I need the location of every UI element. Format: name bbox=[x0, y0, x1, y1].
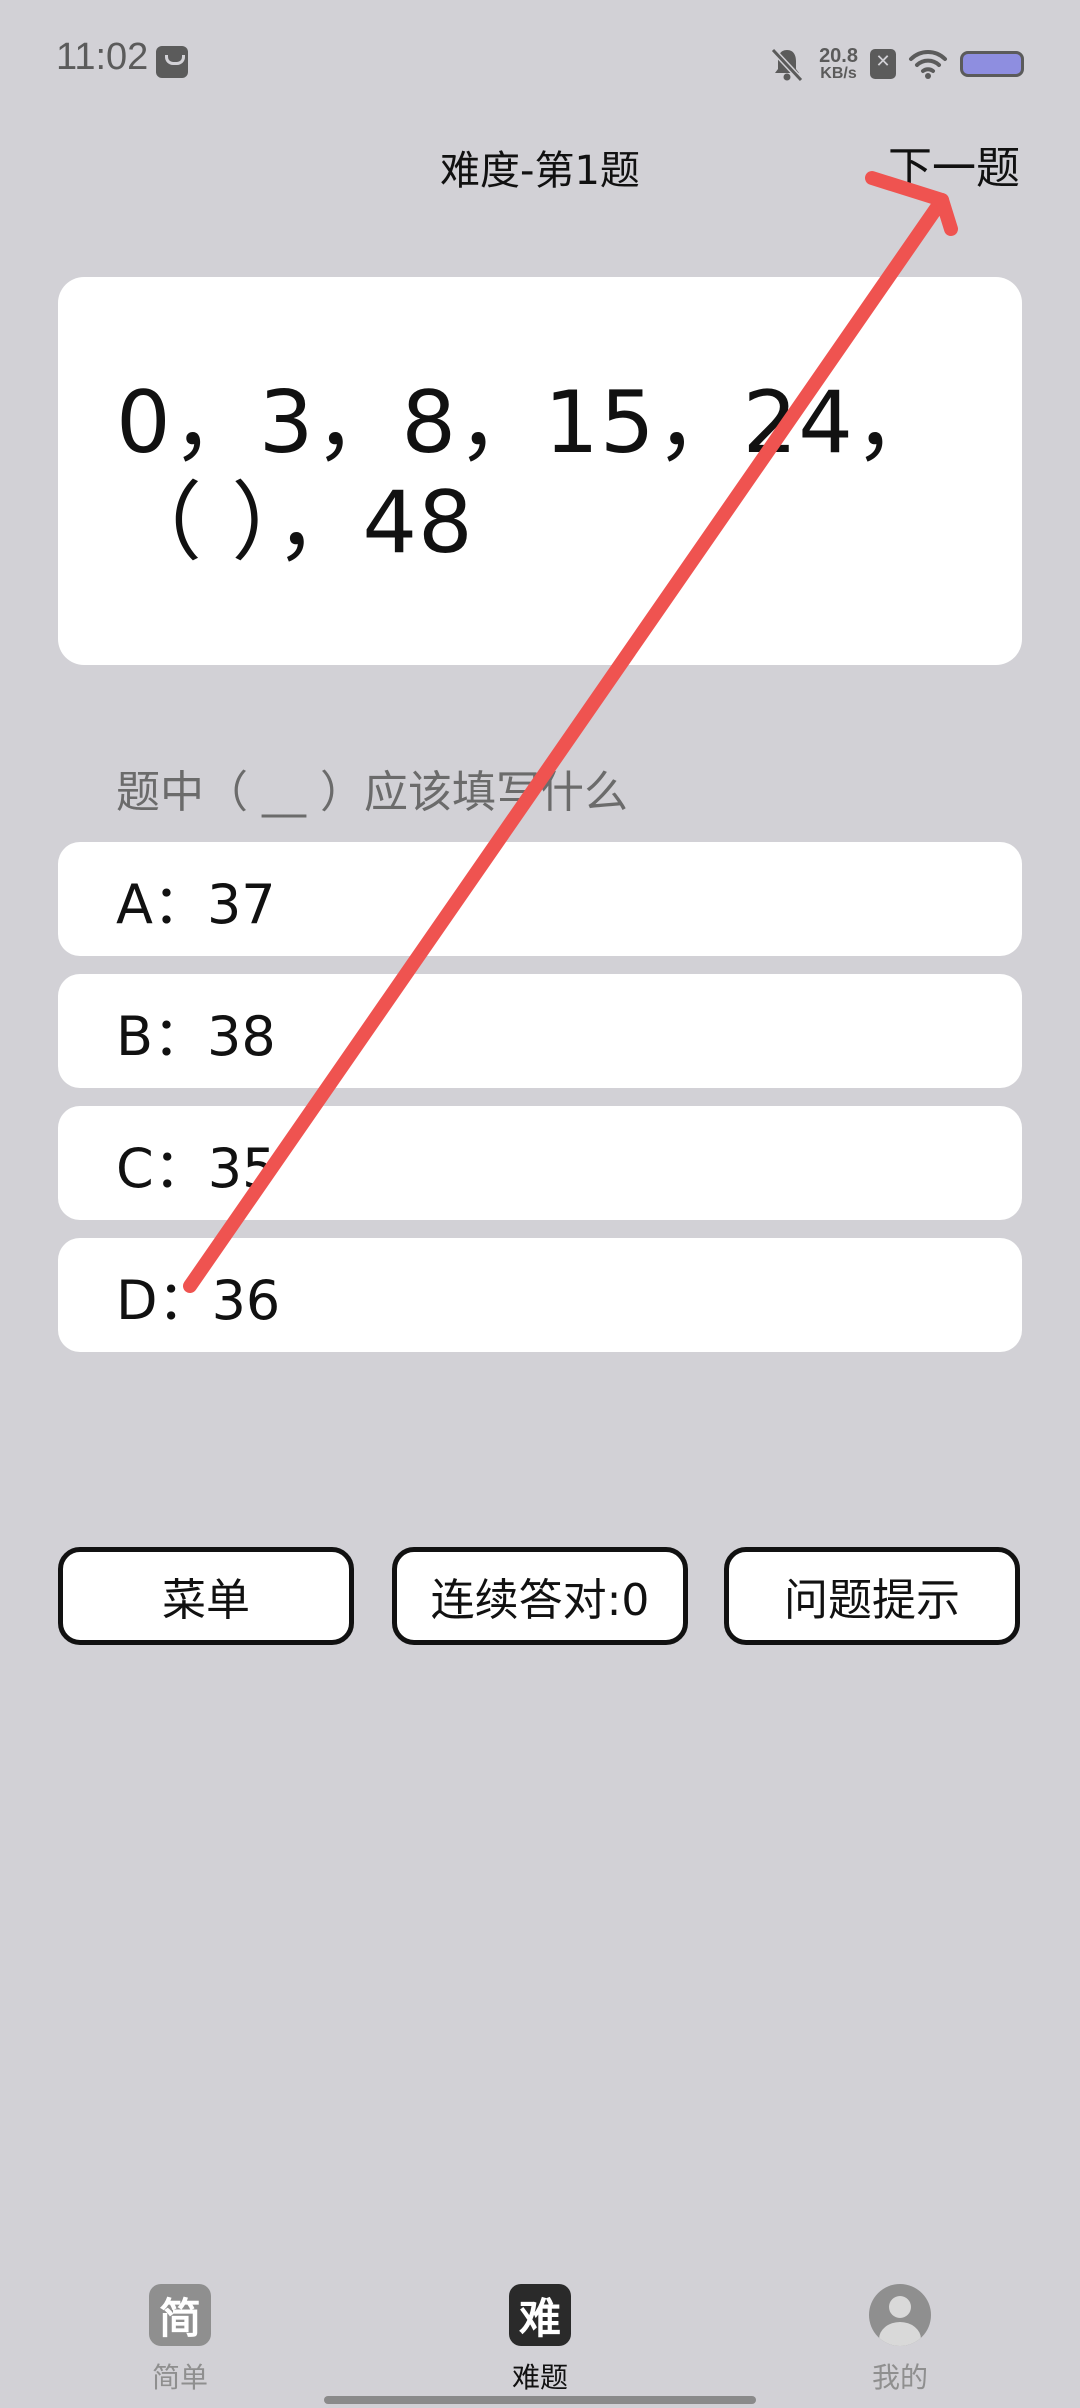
question-prompt: 题中（ __ ）应该填写什么 bbox=[116, 767, 628, 818]
battery-icon bbox=[960, 51, 1024, 77]
streak-counter-button[interactable]: 连续答对:0 bbox=[392, 1547, 688, 1645]
network-speed: 20.8 KB/s bbox=[819, 46, 858, 82]
option-b[interactable]: B：38 bbox=[58, 974, 1022, 1088]
nav-item-easy[interactable]: 简 简单 bbox=[80, 2284, 280, 2396]
menu-button[interactable]: 菜单 bbox=[58, 1547, 354, 1645]
network-speed-unit: KB/s bbox=[820, 65, 857, 82]
option-a[interactable]: A：37 bbox=[58, 842, 1022, 956]
nav-label-mine: 我的 bbox=[871, 2361, 928, 2394]
nav-item-hard[interactable]: 难 难题 bbox=[440, 2284, 640, 2396]
hint-button[interactable]: 问题提示 bbox=[724, 1547, 1020, 1645]
home-indicator[interactable] bbox=[324, 2396, 756, 2404]
bell-muted-icon bbox=[770, 47, 804, 83]
wifi-icon bbox=[909, 49, 947, 79]
option-d[interactable]: D：36 bbox=[58, 1238, 1022, 1352]
no-sim-icon bbox=[870, 49, 896, 79]
question-text: 0，3，8，15，24，（ ），48 bbox=[116, 373, 942, 573]
nav-label-hard: 难题 bbox=[511, 2361, 568, 2394]
profile-icon bbox=[869, 2284, 931, 2346]
bottom-nav: 简 简单 难 难题 我的 bbox=[0, 2270, 1080, 2408]
question-card: 0，3，8，15，24，（ ），48 bbox=[58, 277, 1022, 665]
option-c[interactable]: C：35 bbox=[58, 1106, 1022, 1220]
app-notification-icon bbox=[156, 46, 188, 78]
nav-label-easy: 简单 bbox=[151, 2361, 208, 2394]
status-time: 11:02 bbox=[56, 36, 149, 78]
status-icons: 20.8 KB/s bbox=[767, 42, 1024, 86]
nav-item-mine[interactable]: 我的 bbox=[800, 2284, 1000, 2396]
status-bar: 11:02 20.8 KB/s bbox=[0, 0, 1080, 110]
hard-icon: 难 bbox=[509, 2284, 571, 2346]
next-question-button[interactable]: 下一题 bbox=[888, 132, 1020, 196]
network-speed-value: 20.8 bbox=[819, 45, 858, 67]
easy-icon: 简 bbox=[149, 2284, 211, 2346]
